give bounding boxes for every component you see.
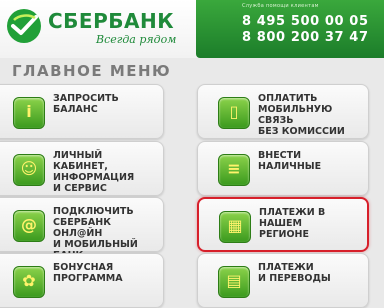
payments-transfers-button[interactable]: ▤ ПЛАТЕЖИ И ПЕРЕВОДЫ — [197, 253, 369, 308]
button-label: БОНУСНАЯ ПРОГРАММА — [53, 262, 123, 284]
phone-number-1: 8 495 500 00 05 — [242, 14, 369, 29]
bonus-program-button[interactable]: ✿ БОНУСНАЯ ПРОГРАММА — [0, 253, 164, 308]
button-label: ПЛАТЕЖИ В НАШЕМ РЕГИОНЕ — [259, 207, 326, 240]
account-icon: ☺ — [13, 154, 45, 186]
mobile-phone-icon: ▯ — [218, 97, 250, 129]
brand-slogan: Всегда рядом — [96, 33, 177, 46]
button-label: ОПЛАТИТЬ МОБИЛЬНУЮ СВЯЗЬ БЕЗ КОМИССИИ — [258, 93, 345, 137]
gift-icon: ✿ — [13, 266, 45, 298]
phone-caption: Служба помощи клиентам — [242, 3, 319, 9]
button-label: ВНЕСТИ НАЛИЧНЫЕ — [258, 150, 322, 172]
sberbank-logo-icon — [7, 9, 41, 43]
regional-payments-button[interactable]: ▦ ПЛАТЕЖИ В НАШЕМ РЕГИОНЕ — [197, 197, 369, 252]
page-title: ГЛАВНОЕ МЕНЮ — [12, 62, 172, 80]
phone-number-2: 8 800 200 37 47 — [242, 30, 369, 45]
calendar-icon: ▦ — [219, 211, 251, 243]
info-icon: i — [13, 97, 45, 129]
balance-request-button[interactable]: i ЗАПРОСИТЬ БАЛАНС — [0, 84, 164, 139]
connect-online-bank-button[interactable]: @ ПОДКЛЮЧИТЬ СБЕРБАНК ОНЛ@ЙН И МОБИЛЬНЫЙ… — [0, 197, 164, 261]
online-bank-icon: @ — [13, 210, 45, 242]
cash-icon: ≡ — [218, 154, 250, 186]
personal-cabinet-button[interactable]: ☺ ЛИЧНЫЙ КАБИНЕТ, ИНФОРМАЦИЯ И СЕРВИС — [0, 141, 164, 196]
pay-mobile-button[interactable]: ▯ ОПЛАТИТЬ МОБИЛЬНУЮ СВЯЗЬ БЕЗ КОМИССИИ — [197, 84, 369, 139]
transfer-icon: ▤ — [218, 266, 250, 298]
button-label: ЛИЧНЫЙ КАБИНЕТ, ИНФОРМАЦИЯ И СЕРВИС — [53, 150, 135, 194]
button-label: ЗАПРОСИТЬ БАЛАНС — [53, 93, 119, 115]
deposit-cash-button[interactable]: ≡ ВНЕСТИ НАЛИЧНЫЕ — [197, 141, 369, 196]
button-label: ПЛАТЕЖИ И ПЕРЕВОДЫ — [258, 262, 331, 284]
brand-name: СБЕРБАНК — [48, 9, 175, 33]
